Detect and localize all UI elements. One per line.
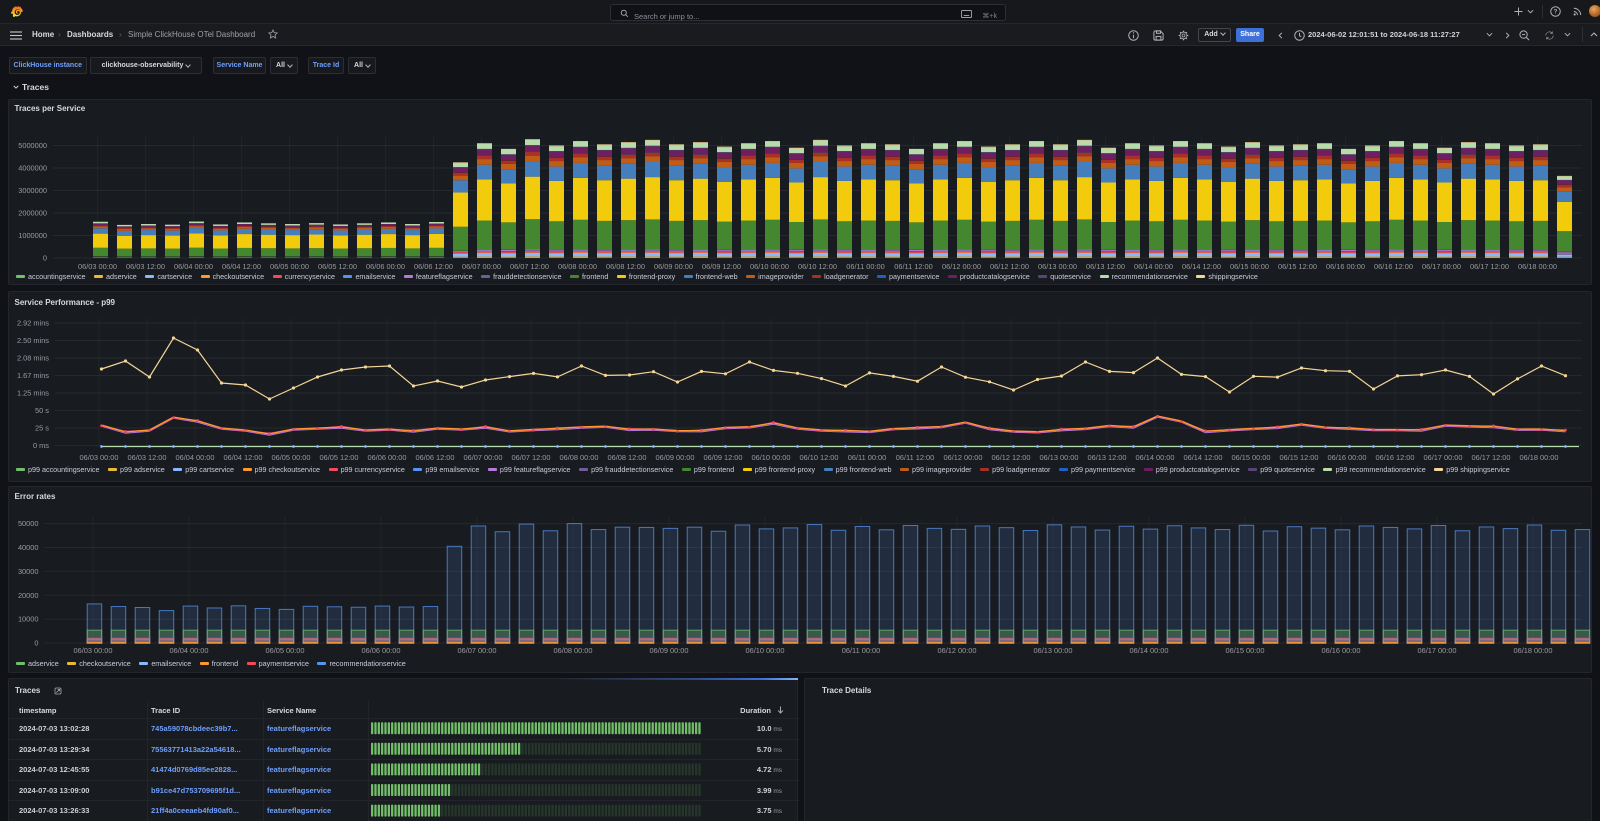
svg-text:1.67 mins: 1.67 mins — [17, 371, 49, 380]
svg-text:06/06 12:00: 06/06 12:00 — [415, 453, 454, 462]
svg-text:06/06 00:00: 06/06 00:00 — [361, 646, 400, 655]
svg-text:06/04 12:00: 06/04 12:00 — [223, 453, 262, 462]
svg-text:2.50 mins: 2.50 mins — [17, 336, 49, 345]
svg-text:06/05 12:00: 06/05 12:00 — [319, 453, 358, 462]
svg-text:06/03 00:00: 06/03 00:00 — [73, 646, 112, 655]
svg-text:06/15 00:00: 06/15 00:00 — [1231, 453, 1270, 462]
svg-text:06/08 00:00: 06/08 00:00 — [558, 262, 597, 271]
svg-text:06/15 12:00: 06/15 12:00 — [1278, 262, 1317, 271]
svg-text:06/05 12:00: 06/05 12:00 — [318, 262, 357, 271]
svg-text:06/10 00:00: 06/10 00:00 — [750, 262, 789, 271]
svg-text:06/07 12:00: 06/07 12:00 — [511, 453, 550, 462]
svg-text:06/05 00:00: 06/05 00:00 — [271, 453, 310, 462]
svg-text:06/09 00:00: 06/09 00:00 — [655, 453, 694, 462]
svg-text:5000000: 5000000 — [18, 141, 47, 150]
svg-text:06/05 00:00: 06/05 00:00 — [270, 262, 309, 271]
svg-text:06/10 00:00: 06/10 00:00 — [745, 646, 784, 655]
svg-text:06/16 12:00: 06/16 12:00 — [1375, 453, 1414, 462]
svg-text:06/15 12:00: 06/15 12:00 — [1279, 453, 1318, 462]
svg-text:30000: 30000 — [18, 567, 39, 576]
svg-text:0: 0 — [34, 639, 38, 648]
svg-text:06/18 00:00: 06/18 00:00 — [1519, 453, 1558, 462]
svg-text:06/14 12:00: 06/14 12:00 — [1183, 453, 1222, 462]
svg-text:06/06 12:00: 06/06 12:00 — [414, 262, 453, 271]
svg-text:06/04 00:00: 06/04 00:00 — [175, 453, 214, 462]
svg-text:06/14 00:00: 06/14 00:00 — [1134, 262, 1173, 271]
svg-text:50 s: 50 s — [35, 406, 49, 415]
svg-text:06/17 12:00: 06/17 12:00 — [1471, 453, 1510, 462]
svg-text:?: ? — [1554, 9, 1558, 16]
svg-text:50000: 50000 — [18, 519, 39, 528]
svg-text:06/12 00:00: 06/12 00:00 — [943, 453, 982, 462]
svg-text:06/13 00:00: 06/13 00:00 — [1033, 646, 1072, 655]
svg-text:06/06 00:00: 06/06 00:00 — [367, 453, 406, 462]
svg-text:3000000: 3000000 — [18, 186, 47, 195]
svg-text:06/11 00:00: 06/11 00:00 — [848, 453, 887, 462]
svg-text:06/09 12:00: 06/09 12:00 — [702, 262, 741, 271]
svg-text:06/07 12:00: 06/07 12:00 — [510, 262, 549, 271]
svg-text:06/07 00:00: 06/07 00:00 — [463, 453, 502, 462]
svg-text:06/17 00:00: 06/17 00:00 — [1422, 262, 1461, 271]
svg-text:2.92 mins: 2.92 mins — [17, 319, 49, 328]
svg-text:06/04 12:00: 06/04 12:00 — [222, 262, 261, 271]
svg-text:06/13 00:00: 06/13 00:00 — [1039, 453, 1078, 462]
svg-text:06/16 00:00: 06/16 00:00 — [1326, 262, 1365, 271]
svg-text:06/13 00:00: 06/13 00:00 — [1038, 262, 1077, 271]
svg-text:06/14 00:00: 06/14 00:00 — [1129, 646, 1168, 655]
svg-text:06/12 12:00: 06/12 12:00 — [991, 453, 1030, 462]
svg-text:06/07 00:00: 06/07 00:00 — [457, 646, 496, 655]
svg-text:06/11 00:00: 06/11 00:00 — [846, 262, 885, 271]
svg-text:06/09 00:00: 06/09 00:00 — [649, 646, 688, 655]
svg-text:06/13 12:00: 06/13 12:00 — [1087, 453, 1126, 462]
svg-text:06/08 12:00: 06/08 12:00 — [606, 262, 645, 271]
svg-text:06/09 00:00: 06/09 00:00 — [654, 262, 693, 271]
svg-text:06/11 12:00: 06/11 12:00 — [896, 453, 935, 462]
svg-text:06/06 00:00: 06/06 00:00 — [366, 262, 405, 271]
svg-text:06/17 00:00: 06/17 00:00 — [1417, 646, 1456, 655]
svg-text:1.25 mins: 1.25 mins — [17, 389, 49, 398]
svg-text:0 ms: 0 ms — [33, 441, 49, 450]
svg-text:06/03 00:00: 06/03 00:00 — [79, 453, 118, 462]
svg-text:06/03 12:00: 06/03 12:00 — [126, 262, 165, 271]
svg-text:06/11 00:00: 06/11 00:00 — [842, 646, 881, 655]
svg-text:0: 0 — [43, 254, 47, 263]
svg-text:2.08 mins: 2.08 mins — [17, 354, 49, 363]
svg-text:06/12 00:00: 06/12 00:00 — [942, 262, 981, 271]
svg-text:2000000: 2000000 — [18, 209, 47, 218]
svg-text:06/08 00:00: 06/08 00:00 — [553, 646, 592, 655]
svg-text:06/04 00:00: 06/04 00:00 — [169, 646, 208, 655]
svg-text:06/18 00:00: 06/18 00:00 — [1518, 262, 1557, 271]
svg-text:06/14 00:00: 06/14 00:00 — [1135, 453, 1174, 462]
svg-text:1000000: 1000000 — [18, 231, 47, 240]
svg-text:06/10 00:00: 06/10 00:00 — [751, 453, 790, 462]
svg-text:06/11 12:00: 06/11 12:00 — [894, 262, 933, 271]
svg-text:40000: 40000 — [18, 543, 39, 552]
svg-text:06/04 00:00: 06/04 00:00 — [174, 262, 213, 271]
svg-text:06/13 12:00: 06/13 12:00 — [1086, 262, 1125, 271]
svg-text:06/12 00:00: 06/12 00:00 — [937, 646, 976, 655]
svg-text:06/17 12:00: 06/17 12:00 — [1470, 262, 1509, 271]
svg-text:06/07 00:00: 06/07 00:00 — [462, 262, 501, 271]
svg-text:06/08 00:00: 06/08 00:00 — [559, 453, 598, 462]
svg-text:06/09 12:00: 06/09 12:00 — [703, 453, 742, 462]
svg-text:06/14 12:00: 06/14 12:00 — [1182, 262, 1221, 271]
svg-text:06/03 12:00: 06/03 12:00 — [127, 453, 166, 462]
svg-text:06/10 12:00: 06/10 12:00 — [798, 262, 837, 271]
svg-text:4000000: 4000000 — [18, 164, 47, 173]
svg-text:06/17 00:00: 06/17 00:00 — [1423, 453, 1462, 462]
svg-text:06/18 00:00: 06/18 00:00 — [1513, 646, 1552, 655]
svg-text:06/10 12:00: 06/10 12:00 — [799, 453, 838, 462]
svg-text:06/08 12:00: 06/08 12:00 — [607, 453, 646, 462]
svg-text:06/15 00:00: 06/15 00:00 — [1230, 262, 1269, 271]
svg-text:06/16 00:00: 06/16 00:00 — [1327, 453, 1366, 462]
svg-text:06/16 00:00: 06/16 00:00 — [1321, 646, 1360, 655]
svg-text:10000: 10000 — [18, 615, 39, 624]
svg-text:06/03 00:00: 06/03 00:00 — [78, 262, 117, 271]
svg-text:20000: 20000 — [18, 591, 39, 600]
svg-text:06/05 00:00: 06/05 00:00 — [265, 646, 304, 655]
svg-text:06/15 00:00: 06/15 00:00 — [1225, 646, 1264, 655]
svg-text:06/12 12:00: 06/12 12:00 — [990, 262, 1029, 271]
svg-text:06/16 12:00: 06/16 12:00 — [1374, 262, 1413, 271]
svg-text:25 s: 25 s — [35, 424, 49, 433]
